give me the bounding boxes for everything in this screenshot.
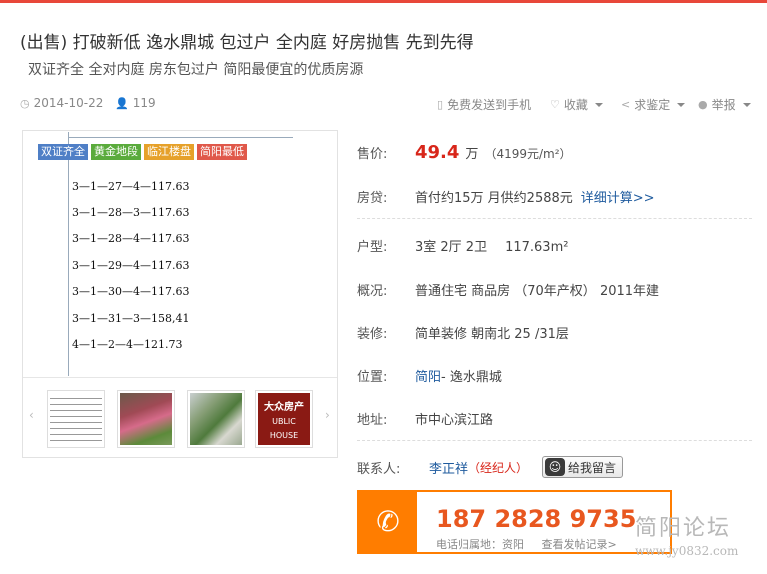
feature-tag: 双证齐全: [38, 144, 88, 160]
view-count: 👤 119: [115, 96, 156, 110]
contact-name[interactable]: 李正祥: [429, 458, 468, 477]
price-row: 售价: 49.4 万 （4199元/m²）: [357, 142, 572, 163]
top-accent-line: [0, 0, 767, 3]
area-value: 117.63m²: [505, 240, 569, 255]
doc-line: 4—1—2—4—121.73: [72, 338, 183, 351]
address-value: 市中心滨江路: [415, 413, 494, 428]
loan-text: 首付约15万 月供约2588元: [415, 191, 573, 206]
loan-label: 房贷:: [357, 191, 388, 206]
location-row: 位置: 简阳 - 逸水鼎城: [357, 366, 502, 385]
watermark-name: 简阳论坛: [635, 516, 732, 541]
loan-calc-link[interactable]: 详细计算>>: [581, 187, 655, 206]
layout-value: 3室 2厅 2卫: [415, 240, 488, 255]
post-history-link[interactable]: 查看发帖记录>: [542, 538, 617, 551]
thumbnail-caption-en: UBLIC HOUSE: [269, 417, 299, 440]
send-to-phone-button[interactable]: ▯ 免费发送到手机: [437, 96, 531, 113]
feature-tag: 临江楼盘: [144, 144, 194, 160]
thumbnail-caption: 大众房产: [264, 402, 304, 413]
pin-icon: ●: [698, 98, 708, 111]
decoration-row: 装修: 简单装修 朝南北 25 /31层: [357, 323, 569, 342]
view-count-value: 119: [132, 96, 156, 110]
leave-message-label: 给我留言: [568, 460, 617, 475]
send-to-phone-label: 免费发送到手机: [447, 98, 532, 112]
doc-margin-line: [68, 132, 69, 376]
favorite-button[interactable]: ♡ 收藏: [550, 96, 603, 113]
feature-tags: 双证齐全 黄金地段 临江楼盘 简阳最低: [38, 144, 247, 160]
share-icon: <: [621, 98, 631, 111]
thumbnail-strip: ‹ 大众房产 UBLIC HOUSE ›: [23, 377, 337, 457]
divider: [357, 218, 752, 219]
overview-value: 普通住宅 商品房 （70年产权） 2011年建: [415, 284, 660, 299]
smiley-icon: ☺: [545, 458, 566, 476]
chevron-down-icon: [677, 102, 686, 107]
watermark-url: www.jy0832.com: [635, 544, 739, 558]
thumbnail-image: 大众房产 UBLIC HOUSE: [258, 393, 310, 445]
feature-tag: 黄金地段: [91, 144, 141, 160]
watermark: 简阳论坛 www.jy0832.com: [635, 510, 738, 558]
location-label: 位置:: [357, 370, 388, 385]
favorite-label: 收藏: [563, 98, 588, 112]
thumbnail-aerial[interactable]: [187, 390, 245, 448]
thumbnail-image: [190, 393, 242, 445]
contact-row: 联系人: 李正祥 （经纪人） ☺ 给我留言: [357, 456, 624, 478]
chevron-left-icon[interactable]: ‹: [29, 408, 34, 422]
thumbnail-image: [50, 393, 102, 445]
decoration-label: 装修:: [357, 327, 388, 342]
phone-handset-icon: ✆: [359, 492, 417, 552]
phone-subline: 电话归属地：资阳 查看发帖记录>: [436, 536, 617, 552]
doc-line: 3—1—27—4—117.63: [72, 180, 190, 193]
doc-top-line: [68, 137, 293, 138]
appraise-button[interactable]: < 求鉴定: [621, 96, 686, 113]
doc-line: 3—1—29—4—117.63: [72, 259, 190, 272]
thumbnail-doc[interactable]: [47, 390, 105, 448]
price-label: 售价:: [357, 147, 388, 162]
report-label: 举报: [711, 98, 736, 112]
feature-tag: 简阳最低: [197, 144, 247, 160]
chevron-down-icon: [594, 102, 603, 107]
phone-location: 电话归属地：资阳: [436, 538, 524, 551]
doc-line: 3—1—31—3—158,41: [72, 312, 190, 325]
loan-row: 房贷: 首付约15万 月供约2588元 详细计算>>: [357, 187, 655, 206]
post-date: ◷ 2014-10-22: [20, 96, 103, 110]
location-community: - 逸水鼎城: [441, 370, 502, 385]
listing-title: (出售) 打破新低 逸水鼎城 包过户 全内庭 好房抛售 先到先得: [20, 33, 474, 53]
doc-line: 3—1—28—4—117.63: [72, 232, 190, 245]
chevron-right-icon[interactable]: ›: [325, 408, 330, 422]
address-label: 地址:: [357, 413, 388, 428]
overview-label: 概况:: [357, 284, 388, 299]
leave-message-button[interactable]: ☺ 给我留言: [542, 456, 624, 478]
price-per-area: （4199元/m²）: [484, 147, 572, 161]
phone-number[interactable]: 187 2828 9735: [436, 505, 636, 533]
doc-line: 3—1—30—4—117.63: [72, 285, 190, 298]
contact-role: （经纪人）: [468, 460, 529, 475]
layout-label: 户型:: [357, 240, 388, 255]
price-value: 49.4: [415, 142, 460, 163]
listing-subtitle: 双证齐全 全对内庭 房东包过户 简阳最便宜的优质房源: [28, 62, 364, 78]
photo-gallery: 3—1—27—4—117.63 3—1—28—3—117.63 3—1—28—4…: [22, 130, 338, 458]
decoration-value: 简单装修 朝南北 25 /31层: [415, 327, 569, 342]
appraise-label: 求鉴定: [634, 98, 671, 112]
report-button[interactable]: ● 举报: [698, 96, 751, 113]
location-city-link[interactable]: 简阳: [415, 366, 441, 385]
layout-row: 户型: 3室 2厅 2卫 117.63m²: [357, 236, 568, 255]
phone-icon: ▯: [437, 98, 444, 111]
divider: [357, 440, 752, 441]
thumbnail-agency[interactable]: 大众房产 UBLIC HOUSE: [255, 390, 313, 448]
user-icon: 👤: [115, 96, 129, 110]
meta-bar: ◷ 2014-10-22 👤 119 ▯ 免费发送到手机 ♡ 收藏 < 求鉴定 …: [20, 96, 751, 113]
thumbnail-garden[interactable]: [117, 390, 175, 448]
overview-row: 概况: 普通住宅 商品房 （70年产权） 2011年建: [357, 280, 659, 299]
heart-icon: ♡: [550, 98, 560, 111]
clock-icon: ◷: [20, 96, 30, 110]
doc-line: 3—1—28—3—117.63: [72, 206, 190, 219]
thumbnail-image: [120, 393, 172, 445]
post-date-value: 2014-10-22: [33, 96, 104, 110]
address-row: 地址: 市中心滨江路: [357, 409, 493, 428]
phone-box[interactable]: ✆ 187 2828 9735 电话归属地：资阳 查看发帖记录>: [357, 490, 672, 554]
price-unit: 万: [465, 147, 479, 162]
chevron-down-icon: [742, 102, 751, 107]
contact-label: 联系人:: [357, 461, 401, 477]
main-photo[interactable]: 3—1—27—4—117.63 3—1—28—3—117.63 3—1—28—4…: [24, 132, 336, 376]
